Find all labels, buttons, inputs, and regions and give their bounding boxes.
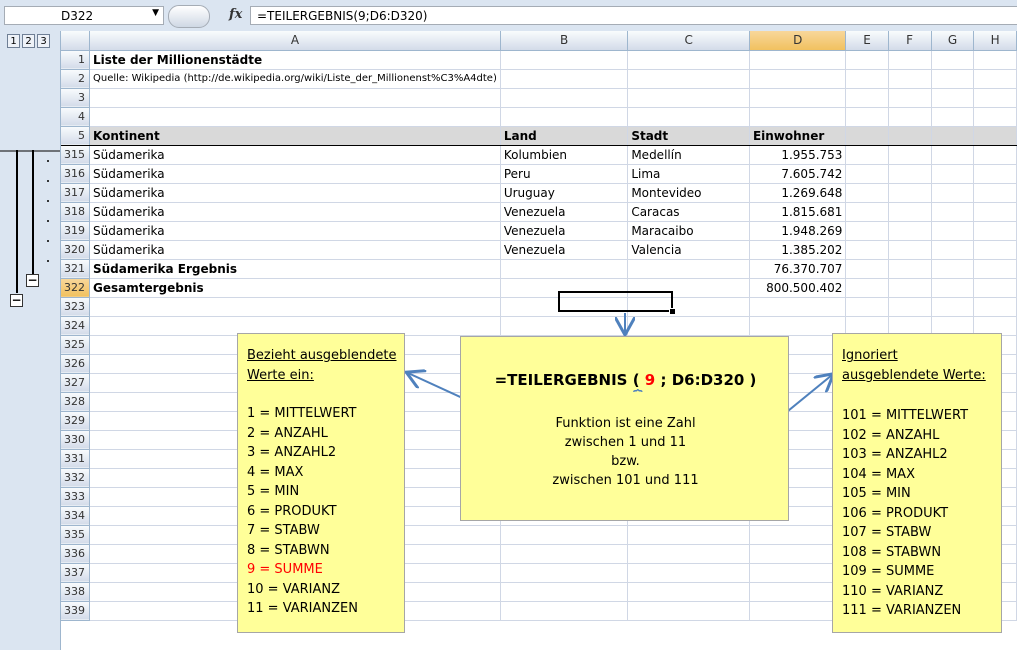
note-left-title-1: Bezieht ausgeblendete: [247, 348, 397, 363]
function-code-item: 3 = ANZAHL2: [247, 445, 337, 460]
function-code-item: 2 = ANZAHL: [247, 425, 328, 441]
formula-prefix: =TEILERGEBNIS (: [494, 371, 640, 389]
desc-line-1: Funktion ist eine Zahl: [555, 416, 696, 431]
function-code-item: 1 = MITTELWERT: [247, 406, 357, 421]
formula-suffix: ; D6:D320 ): [660, 371, 757, 389]
function-code-item: 110 = VARIANZ: [842, 583, 944, 599]
function-code-item: 105 = MIN: [842, 486, 911, 501]
function-code-item: 4 = MAX: [247, 464, 304, 480]
note-includes-hidden: Bezieht ausgeblendete Werte ein: 1 = MIT…: [237, 333, 405, 633]
function-code-item: 101 = MITTELWERT: [842, 408, 969, 423]
note-function-explanation: =TEILERGEBNIS ( 9 ; D6:D320 ) ⏟ Funktion…: [460, 336, 789, 521]
note-right-title-2: ausgeblendete Werte:: [842, 368, 986, 383]
formula-illustration: =TEILERGEBNIS ( 9 ; D6:D320 ): [461, 371, 790, 389]
desc-line-3: bzw.: [611, 454, 640, 469]
function-code-item: 10 = VARIANZ: [247, 581, 341, 597]
note-ignores-hidden: Ignoriert ausgeblendete Werte: 101 = MIT…: [832, 333, 1002, 633]
function-code-item: 106 = PRODUKT: [842, 505, 949, 521]
brace-icon: ⏟: [633, 390, 643, 409]
function-code-item: 11 = VARIANZEN: [247, 601, 358, 616]
note-left-title-2: Werte ein:: [247, 368, 314, 383]
desc-line-2: zwischen 1 und 11: [564, 435, 687, 450]
function-code-item: 7 = STABW: [247, 523, 320, 538]
function-code-item: 111 = VARIANZEN: [842, 603, 962, 618]
function-code-item: 102 = ANZAHL: [842, 427, 940, 443]
function-code-item: 104 = MAX: [842, 466, 915, 482]
function-code-item: 8 = STABWN: [247, 542, 330, 558]
function-code-item: 108 = STABWN: [842, 544, 942, 560]
desc-line-4: zwischen 101 und 111: [552, 473, 699, 488]
function-code-item: 103 = ANZAHL2: [842, 447, 948, 462]
function-code-item: 9 = SUMME: [247, 562, 323, 577]
formula-function-number: 9: [644, 371, 656, 389]
function-code-item: 107 = STABW: [842, 525, 932, 540]
note-right-title-1: Ignoriert: [842, 348, 898, 363]
function-code-item: 6 = PRODUKT: [247, 503, 337, 519]
function-code-item: 5 = MIN: [247, 484, 300, 499]
function-code-item: 109 = SUMME: [842, 564, 935, 579]
